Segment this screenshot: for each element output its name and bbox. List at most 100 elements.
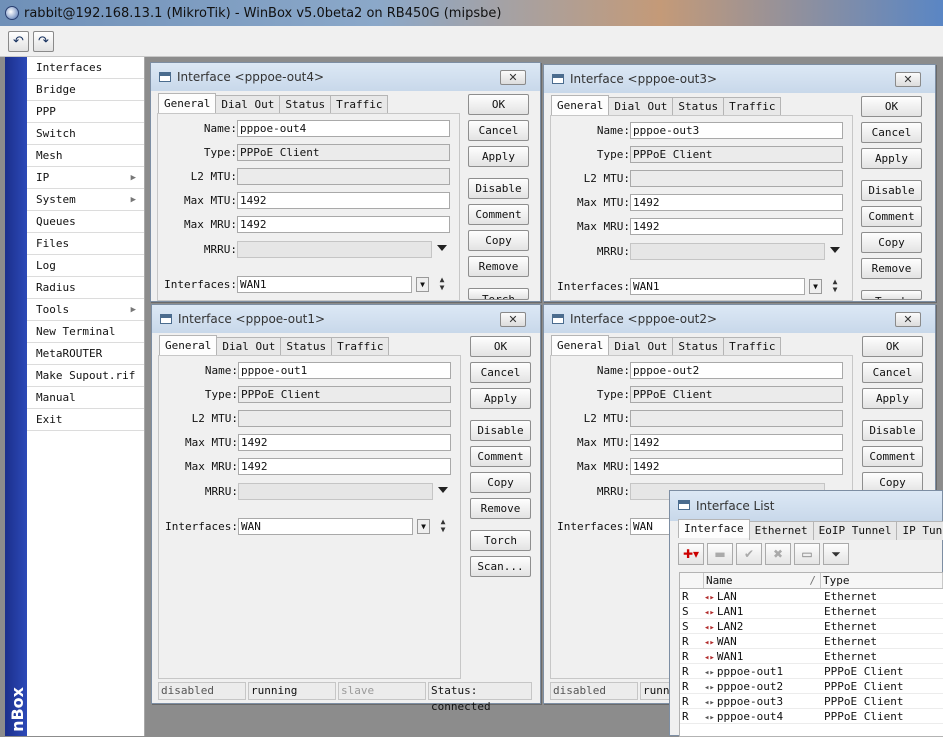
tab-traffic[interactable]: Traffic	[723, 97, 782, 115]
mrru-field[interactable]	[237, 241, 432, 258]
disable-icon[interactable]: ✖	[765, 543, 791, 565]
dropdown-button-icon[interactable]: ▼	[416, 277, 429, 292]
scan-button[interactable]: Scan...	[470, 556, 531, 577]
sidebar-item-manual[interactable]: Manual	[27, 387, 144, 409]
dropdown-arrow-icon[interactable]	[437, 245, 447, 251]
sidebar-item-ppp[interactable]: PPP	[27, 101, 144, 123]
enable-icon[interactable]: ✔	[736, 543, 762, 565]
up-down-icon[interactable]: ▲ ▼	[830, 278, 840, 295]
remove-icon[interactable]: ▬	[707, 543, 733, 565]
up-down-icon[interactable]: ▲ ▼	[438, 518, 448, 535]
close-button[interactable]: ✕	[500, 312, 526, 327]
comment-button[interactable]: Comment	[468, 204, 529, 225]
sidebar-item-tools[interactable]: Tools ▶	[27, 299, 144, 321]
filter-icon[interactable]: ⏷	[823, 543, 849, 565]
tab-status[interactable]: Status	[672, 97, 725, 115]
torch-button[interactable]: Torch	[468, 288, 529, 300]
dropdown-arrow-icon[interactable]	[830, 247, 840, 253]
tab-dial-out[interactable]: Dial Out	[215, 95, 281, 113]
mrru-field[interactable]	[630, 243, 825, 260]
disable-button[interactable]: Disable	[861, 180, 922, 201]
up-down-icon[interactable]: ▲ ▼	[437, 276, 447, 293]
redo-icon[interactable]: ↷	[33, 31, 54, 52]
cancel-button[interactable]: Cancel	[862, 362, 923, 383]
name-field[interactable]: pppoe-out4	[237, 120, 450, 137]
ok-button[interactable]: OK	[861, 96, 922, 117]
max-mru-field[interactable]: 1492	[238, 458, 451, 475]
apply-button[interactable]: Apply	[862, 388, 923, 409]
apply-button[interactable]: Apply	[468, 146, 529, 167]
undo-icon[interactable]: ↶	[8, 31, 29, 52]
max-mru-field[interactable]: 1492	[237, 216, 450, 233]
add-icon[interactable]: ✚▾	[678, 543, 704, 565]
tab-traffic[interactable]: Traffic	[331, 337, 390, 355]
max-mru-field[interactable]: 1492	[630, 458, 843, 475]
cancel-button[interactable]: Cancel	[861, 122, 922, 143]
max-mtu-field[interactable]: 1492	[238, 434, 451, 451]
disable-button[interactable]: Disable	[468, 178, 529, 199]
flag-column-header[interactable]	[680, 573, 704, 588]
tab-traffic[interactable]: Traffic	[723, 337, 782, 355]
comment-icon[interactable]: ▭	[794, 543, 820, 565]
apply-button[interactable]: Apply	[470, 388, 531, 409]
tab-general[interactable]: General	[158, 93, 217, 113]
tab-ip-tunnel[interactable]: IP Tunnel	[896, 521, 943, 540]
tab-status[interactable]: Status	[280, 337, 333, 355]
name-field[interactable]: pppoe-out3	[630, 122, 843, 139]
sidebar-item-exit[interactable]: Exit	[27, 409, 144, 431]
tab-general[interactable]: General	[159, 335, 218, 355]
table-row[interactable]: R ◂▸ pppoe-out4 PPPoE Client	[680, 709, 943, 724]
cancel-button[interactable]: Cancel	[468, 120, 529, 141]
max-mtu-field[interactable]: 1492	[630, 194, 843, 211]
tab-status[interactable]: Status	[279, 95, 332, 113]
dropdown-button-icon[interactable]: ▼	[809, 279, 822, 294]
table-row[interactable]: R ◂▸ pppoe-out3 PPPoE Client	[680, 694, 943, 709]
window-titlebar[interactable]: Interface <pppoe-out4> ✕	[151, 63, 540, 91]
close-button[interactable]: ✕	[895, 312, 921, 327]
comment-button[interactable]: Comment	[470, 446, 531, 467]
window-titlebar[interactable]: Interface <pppoe-out3> ✕	[544, 65, 935, 93]
tab-dial-out[interactable]: Dial Out	[608, 337, 674, 355]
table-row[interactable]: R ◂▸ WAN1 Ethernet	[680, 649, 943, 664]
disable-button[interactable]: Disable	[862, 420, 923, 441]
max-mtu-field[interactable]: 1492	[630, 434, 843, 451]
tab-interface[interactable]: Interface	[678, 519, 750, 538]
table-row[interactable]: R ◂▸ LAN Ethernet	[680, 589, 943, 604]
sidebar-item-files[interactable]: Files	[27, 233, 144, 255]
interfaces-select[interactable]: WAN1	[630, 278, 805, 295]
apply-button[interactable]: Apply	[861, 148, 922, 169]
max-mru-field[interactable]: 1492	[630, 218, 843, 235]
sidebar-item-queues[interactable]: Queues	[27, 211, 144, 233]
sidebar-item-bridge[interactable]: Bridge	[27, 79, 144, 101]
copy-button[interactable]: Copy	[470, 472, 531, 493]
name-column-header[interactable]: Name /	[704, 573, 821, 588]
table-row[interactable]: R ◂▸ pppoe-out2 PPPoE Client	[680, 679, 943, 694]
dropdown-arrow-icon[interactable]	[438, 487, 448, 493]
sidebar-item-log[interactable]: Log	[27, 255, 144, 277]
sidebar-item-mesh[interactable]: Mesh	[27, 145, 144, 167]
sidebar-item-switch[interactable]: Switch	[27, 123, 144, 145]
remove-button[interactable]: Remove	[470, 498, 531, 519]
sidebar-item-radius[interactable]: Radius	[27, 277, 144, 299]
copy-button[interactable]: Copy	[861, 232, 922, 253]
max-mtu-field[interactable]: 1492	[237, 192, 450, 209]
sidebar-item-new-terminal[interactable]: New Terminal	[27, 321, 144, 343]
table-row[interactable]: S ◂▸ LAN1 Ethernet	[680, 604, 943, 619]
name-field[interactable]: pppoe-out1	[238, 362, 451, 379]
ok-button[interactable]: OK	[862, 336, 923, 357]
type-column-header[interactable]: Type	[821, 573, 943, 588]
window-titlebar[interactable]: Interface <pppoe-out2> ✕	[544, 305, 935, 333]
window-titlebar[interactable]: Interface List	[670, 491, 942, 521]
table-row[interactable]: S ◂▸ LAN2 Ethernet	[680, 619, 943, 634]
sidebar-item-metarouter[interactable]: MetaROUTER	[27, 343, 144, 365]
remove-button[interactable]: Remove	[861, 258, 922, 279]
tab-status[interactable]: Status	[672, 337, 725, 355]
sidebar-item-make-supout-rif[interactable]: Make Supout.rif	[27, 365, 144, 387]
ok-button[interactable]: OK	[468, 94, 529, 115]
torch-button[interactable]: Torch	[861, 290, 922, 300]
tab-dial-out[interactable]: Dial Out	[608, 97, 674, 115]
table-row[interactable]: R ◂▸ pppoe-out1 PPPoE Client	[680, 664, 943, 679]
tab-dial-out[interactable]: Dial Out	[216, 337, 282, 355]
ok-button[interactable]: OK	[470, 336, 531, 357]
name-field[interactable]: pppoe-out2	[630, 362, 843, 379]
